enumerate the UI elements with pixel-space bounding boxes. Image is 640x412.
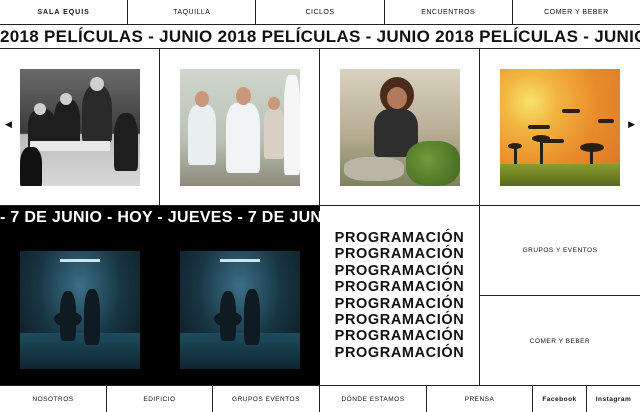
film-still-1[interactable] xyxy=(20,69,140,186)
film-carousel: ◀ ▶ xyxy=(0,49,640,206)
today-banner: - 7 DE JUNIO - HOY - JUEVES - 7 DE JUNIO xyxy=(0,206,320,230)
side-links: GRUPOS Y EVENTOS COMER Y BEBER xyxy=(480,206,640,386)
programacion-line: PROGRAMACIÓN xyxy=(334,279,465,296)
film-card-4[interactable]: ▶ xyxy=(480,49,640,206)
footer-donde-estamos[interactable]: DÓNDE ESTAMOS xyxy=(320,386,427,412)
footer-edificio[interactable]: EDIFICIO xyxy=(107,386,213,412)
grupos-y-eventos-link[interactable]: GRUPOS Y EVENTOS xyxy=(480,206,640,296)
facebook-link[interactable]: Facebook xyxy=(533,386,587,412)
top-nav: SALA EQUIS TAQUILLA CICLOS ENCUENTROS CO… xyxy=(0,0,640,25)
film-still-4[interactable] xyxy=(500,69,620,186)
footer-nosotros[interactable]: NOSOTROS xyxy=(0,386,107,412)
nav-encuentros[interactable]: ENCUENTROS xyxy=(385,0,513,24)
film-still-2[interactable] xyxy=(180,69,300,186)
carousel-next-icon[interactable]: ▶ xyxy=(628,119,635,130)
programacion-line: PROGRAMACIÓN xyxy=(334,344,465,361)
footer-grupos-eventos[interactable]: GRUPOS EVENTOS xyxy=(213,386,320,412)
programacion-line: PROGRAMACIÓN xyxy=(334,311,465,328)
programacion-line: PROGRAMACIÓN xyxy=(334,229,465,246)
nav-ciclos[interactable]: CICLOS xyxy=(256,0,385,24)
programacion-line: PROGRAMACIÓN xyxy=(334,262,465,279)
programacion-link[interactable]: PROGRAMACIÓN PROGRAMACIÓN PROGRAMACIÓN P… xyxy=(320,206,480,386)
instagram-link[interactable]: Instagram xyxy=(587,386,640,412)
film-card-1[interactable]: ◀ xyxy=(0,49,160,206)
movies-ticker[interactable]: 2018 PELÍCULAS - JUNIO 2018 PELÍCULAS - … xyxy=(0,25,640,49)
today-film-still-2[interactable] xyxy=(180,251,300,369)
carousel-prev-icon[interactable]: ◀ xyxy=(5,119,12,130)
today-film-still-1[interactable] xyxy=(20,251,140,369)
nav-comer-y-beber[interactable]: COMER Y BEBER xyxy=(513,0,640,24)
programacion-line: PROGRAMACIÓN xyxy=(334,246,465,263)
footer-nav: NOSOTROS EDIFICIO GRUPOS EVENTOS DÓNDE E… xyxy=(0,386,640,412)
ticker-text: 2018 PELÍCULAS - JUNIO 2018 PELÍCULAS - … xyxy=(0,27,640,46)
comer-y-beber-link[interactable]: COMER Y BEBER xyxy=(480,296,640,386)
programacion-line: PROGRAMACIÓN xyxy=(334,328,465,345)
film-card-2[interactable] xyxy=(160,49,320,206)
film-still-3[interactable] xyxy=(340,69,460,186)
nav-taquilla[interactable]: TAQUILLA xyxy=(128,0,257,24)
today-banner-text: - 7 DE JUNIO - HOY - JUEVES - 7 DE JUNIO xyxy=(0,209,320,226)
film-card-3[interactable] xyxy=(320,49,480,206)
today-section[interactable]: - 7 DE JUNIO - HOY - JUEVES - 7 DE JUNIO xyxy=(0,206,320,386)
programacion-line: PROGRAMACIÓN xyxy=(334,295,465,312)
brand-link[interactable]: SALA EQUIS xyxy=(0,0,129,24)
footer-prensa[interactable]: PRENSA xyxy=(427,386,533,412)
